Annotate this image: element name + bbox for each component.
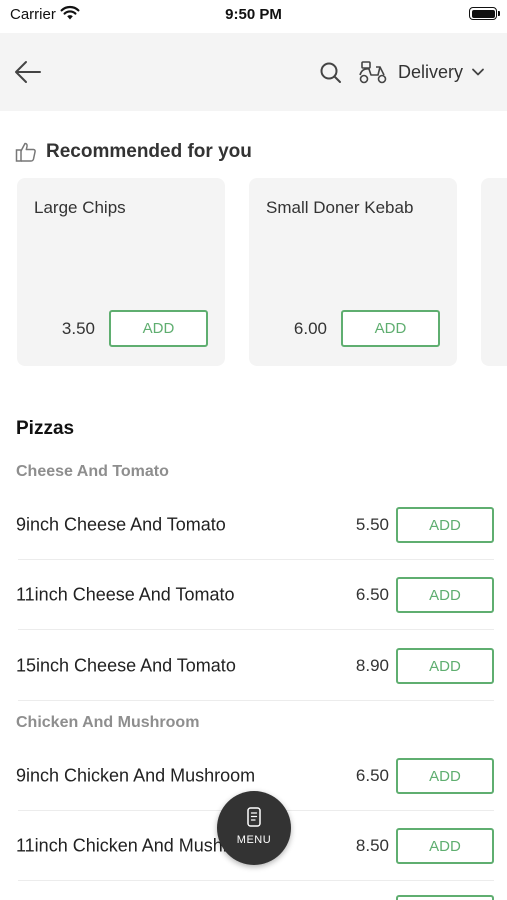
menu-book-icon: [247, 807, 261, 827]
app-header: Delivery: [0, 33, 507, 111]
menu-item-name: 9inch Cheese And Tomato: [16, 514, 226, 535]
clock-time: 9:50 PM: [225, 6, 282, 23]
row-divider: [18, 629, 494, 630]
subcategory-title: Cheese And Tomato: [16, 463, 169, 480]
menu-button-label: MENU: [236, 834, 272, 846]
arrow-left-icon[interactable]: [12, 56, 44, 88]
menu-item-row[interactable]: 15inch Cheese And Tomato 8.90 ADD: [16, 631, 496, 701]
add-button[interactable]: ADD: [341, 310, 440, 347]
recommended-item-name: Large Chips: [34, 198, 126, 217]
row-divider: [18, 880, 494, 881]
recommended-item-price: 6.00: [293, 319, 327, 338]
recommended-heading: Recommended for you: [14, 140, 252, 164]
menu-item-price: 5.50: [355, 515, 389, 534]
section-title: Pizzas: [16, 418, 75, 439]
menu-button[interactable]: MENU: [217, 791, 291, 865]
chevron-down-icon: [472, 68, 484, 76]
menu-item-price: 8.90: [355, 656, 389, 675]
status-bar: Carrier 9:50 PM: [0, 0, 507, 30]
menu-item-price: 8.50: [355, 836, 389, 855]
scooter-icon: [359, 61, 387, 84]
recommended-title: Recommended for you: [46, 141, 252, 162]
battery-icon: [469, 7, 500, 20]
add-button-partial[interactable]: [396, 895, 494, 900]
menu-item-name: 9inch Chicken And Mushroom: [16, 765, 256, 786]
recommended-card[interactable]: Small Doner Kebab 6.00 ADD: [249, 178, 457, 366]
add-button[interactable]: ADD: [396, 758, 494, 794]
menu-item-row[interactable]: 9inch Cheese And Tomato 5.50 ADD: [16, 490, 496, 560]
add-button[interactable]: ADD: [396, 648, 494, 684]
menu-item-name: 11inch Cheese And Tomato: [16, 584, 235, 605]
menu-item-row[interactable]: 11inch Cheese And Tomato 6.50 ADD: [16, 560, 496, 630]
menu-item-price: 6.50: [355, 766, 389, 785]
recommended-item-price: 3.50: [61, 319, 95, 338]
add-button[interactable]: ADD: [396, 828, 494, 864]
menu-item-name: 15inch Cheese And Tomato: [16, 655, 236, 676]
row-divider: [18, 700, 494, 701]
add-button[interactable]: ADD: [396, 507, 494, 543]
add-button[interactable]: ADD: [396, 577, 494, 613]
delivery-label: Delivery: [398, 61, 464, 82]
recommended-card[interactable]: Large Chips 3.50 ADD: [17, 178, 225, 366]
recommended-item-name: Small Doner Kebab: [266, 198, 414, 217]
delivery-selector[interactable]: Delivery: [358, 55, 485, 89]
subcategory-title: Chicken And Mushroom: [16, 714, 200, 731]
add-button[interactable]: ADD: [109, 310, 208, 347]
search-icon[interactable]: [318, 60, 344, 86]
recommended-card-peek[interactable]: [481, 178, 507, 366]
menu-item-price: 6.50: [355, 585, 389, 604]
thumbs-up-icon: [15, 142, 36, 162]
